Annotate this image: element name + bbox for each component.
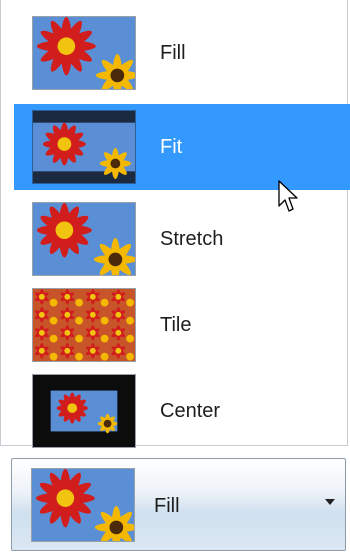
option-center[interactable]: Center xyxy=(14,368,350,454)
stretch-thumbnail-icon xyxy=(32,202,136,276)
fill-thumbnail-icon xyxy=(31,468,135,542)
position-options-list: Fill Fit Stretch Tile Center xyxy=(0,0,350,448)
picture-position-dropdown: Fill Fit Stretch Tile Center Fill xyxy=(0,0,350,554)
fit-thumbnail-icon xyxy=(32,110,136,184)
picture-position-combobox[interactable]: Fill xyxy=(11,458,346,551)
option-center-label: Center xyxy=(160,400,221,422)
combobox-value: Fill xyxy=(154,495,180,517)
fill-thumbnail-icon xyxy=(32,16,136,90)
option-fill[interactable]: Fill xyxy=(14,10,350,96)
chevron-down-icon[interactable] xyxy=(325,499,335,505)
center-thumbnail-icon xyxy=(32,374,136,448)
option-tile[interactable]: Tile xyxy=(14,282,350,368)
tile-thumbnail-icon xyxy=(32,288,136,362)
option-fill-label: Fill xyxy=(160,42,186,64)
option-stretch-label: Stretch xyxy=(160,228,224,250)
option-fit-label: Fit xyxy=(160,136,183,158)
option-fit[interactable]: Fit xyxy=(14,104,350,190)
mouse-pointer-icon xyxy=(278,180,298,212)
option-tile-label: Tile xyxy=(160,314,192,336)
